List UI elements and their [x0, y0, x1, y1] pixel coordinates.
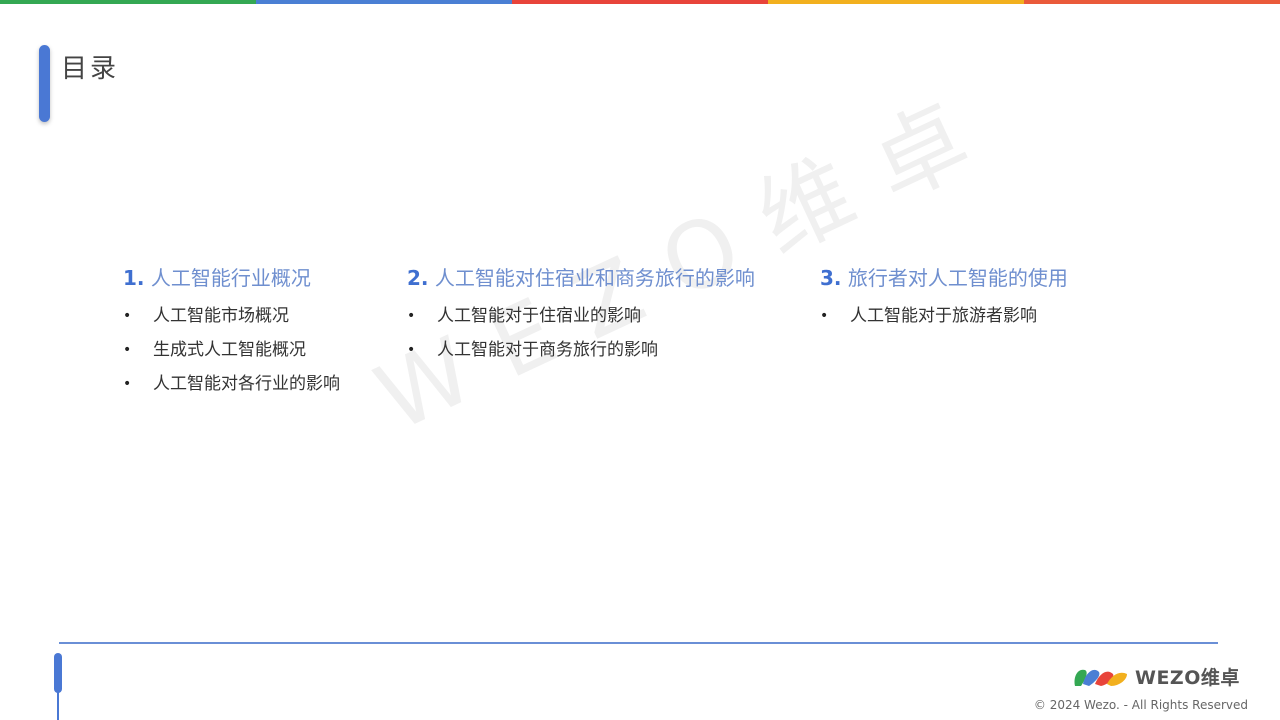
section-title: 人工智能对住宿业和商务旅行的影响 — [434, 266, 755, 290]
top-color-bar — [0, 0, 1280, 4]
list-item-label: 人工智能对于旅游者影响 — [850, 306, 1037, 326]
section-heading[interactable]: 3. 旅行者对人工智能的使用 — [820, 262, 1068, 291]
copyright-text: © 2024 Wezo. - All Rights Reserved — [1033, 698, 1248, 712]
title-accent-bar — [39, 45, 50, 122]
list-item-label: 人工智能对于住宿业的影响 — [437, 306, 641, 326]
section-title: 旅行者对人工智能的使用 — [847, 266, 1068, 290]
list-item-label: 人工智能对各行业的影响 — [153, 374, 340, 394]
section-number: 2. — [407, 266, 429, 290]
bullet-icon: • — [407, 342, 416, 358]
page-title: 目录 — [61, 54, 120, 84]
bullet-icon: • — [407, 308, 416, 324]
list-item[interactable]: • 生成式人工智能概况 — [123, 333, 340, 367]
list-item[interactable]: • 人工智能对各行业的影响 — [123, 367, 340, 401]
list-item-label: 生成式人工智能概况 — [153, 340, 306, 360]
bullet-icon: • — [123, 376, 132, 392]
list-item-label: 人工智能市场概况 — [153, 306, 289, 326]
wezo-logo[interactable]: WEZO维卓 — [1071, 663, 1240, 690]
bar-segment-red — [512, 0, 768, 4]
list-item[interactable]: • 人工智能对于住宿业的影响 — [407, 299, 755, 333]
section-list: • 人工智能对于旅游者影响 — [820, 299, 1068, 333]
section-number: 1. — [123, 266, 145, 290]
wezo-logo-icon — [1074, 669, 1127, 686]
logo-text: WEZO维卓 — [1135, 667, 1240, 689]
bar-segment-yellow — [768, 0, 1024, 4]
list-item[interactable]: • 人工智能市场概况 — [123, 299, 340, 333]
list-item-label: 人工智能对于商务旅行的影响 — [437, 340, 658, 360]
section-heading[interactable]: 1. 人工智能行业概况 — [123, 262, 340, 291]
section-title: 人工智能行业概况 — [150, 266, 311, 290]
bar-segment-orange — [1024, 0, 1280, 4]
bullet-icon: • — [123, 308, 132, 324]
section-1: 1. 人工智能行业概况 • 人工智能市场概况 • 生成式人工智能概况 • 人工智能对各… — [123, 262, 340, 401]
section-list: • 人工智能对于住宿业的影响 • 人工智能对于商务旅行的影响 — [407, 299, 755, 367]
bullet-icon: • — [820, 308, 829, 324]
footer-accent-bar — [54, 653, 62, 693]
watermark: WEZO维卓 — [360, 71, 1016, 453]
list-item[interactable]: • 人工智能对于商务旅行的影响 — [407, 333, 755, 367]
section-3: 3. 旅行者对人工智能的使用 • 人工智能对于旅游者影响 — [820, 262, 1068, 333]
section-list: • 人工智能市场概况 • 生成式人工智能概况 • 人工智能对各行业的影响 — [123, 299, 340, 401]
bar-segment-green — [0, 0, 256, 4]
section-number: 3. — [820, 266, 842, 290]
footer-divider — [59, 642, 1218, 644]
bar-segment-blue — [256, 0, 512, 4]
section-heading[interactable]: 2. 人工智能对住宿业和商务旅行的影响 — [407, 262, 755, 291]
bullet-icon: • — [123, 342, 132, 358]
list-item[interactable]: • 人工智能对于旅游者影响 — [820, 299, 1068, 333]
section-2: 2. 人工智能对住宿业和商务旅行的影响 • 人工智能对于住宿业的影响 • 人工智能对… — [407, 262, 755, 367]
